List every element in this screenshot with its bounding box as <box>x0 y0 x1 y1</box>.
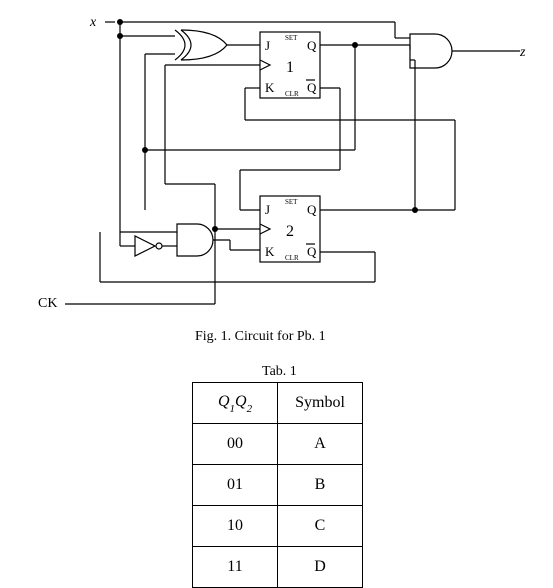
cell-symbol: A <box>278 424 363 465</box>
ff1-k-label: K <box>265 80 275 95</box>
xor-gate <box>175 30 227 60</box>
table-header-symbol: Symbol <box>278 383 363 424</box>
figure-caption: Fig. 1. Circuit for Pb. 1 <box>195 330 326 344</box>
and-gate-lower <box>177 224 213 256</box>
cell-state: 10 <box>193 506 278 547</box>
cell-state: 11 <box>193 547 278 588</box>
table-caption: Tab. 1 <box>262 365 297 379</box>
circuit-diagram: .w { fill:none; stroke:#000; stroke-widt… <box>15 10 538 320</box>
state-table: Q1Q2 Symbol 00 A 01 B 10 C 11 D <box>192 382 363 588</box>
ff2-j-label: J <box>265 202 270 217</box>
ff2-clr-label: CLR <box>285 254 299 262</box>
ff1-id: 1 <box>286 59 294 76</box>
ff2-qbar-label: Q <box>307 244 317 259</box>
and-gate-output <box>410 34 452 68</box>
not-gate <box>135 236 162 256</box>
cell-symbol: C <box>278 506 363 547</box>
table-row: 10 C <box>193 506 363 547</box>
ff2-k-label: K <box>265 244 275 259</box>
ff1-clr-label: CLR <box>285 90 299 98</box>
ff1-j-label: J <box>265 38 270 53</box>
ff1-qbar-label: Q <box>307 80 317 95</box>
table-header-state: Q1Q2 <box>193 383 278 424</box>
ff1-set-label: SET <box>285 34 298 42</box>
cell-symbol: B <box>278 465 363 506</box>
table-row: 00 A <box>193 424 363 465</box>
ff2-q-label: Q <box>307 202 317 217</box>
page: x z CK .w { fill:none; stroke:#000; stro… <box>0 0 553 579</box>
cell-state: 00 <box>193 424 278 465</box>
table-row: 01 B <box>193 465 363 506</box>
table-row: 11 D <box>193 547 363 588</box>
flipflop-1: J K Q Q SET CLR 1 <box>260 32 320 98</box>
ff1-q-label: Q <box>307 38 317 53</box>
cell-symbol: D <box>278 547 363 588</box>
cell-state: 01 <box>193 465 278 506</box>
flipflop-2: J K Q Q SET CLR 2 <box>260 196 320 262</box>
ff2-id: 2 <box>286 223 294 240</box>
ff2-set-label: SET <box>285 198 298 206</box>
